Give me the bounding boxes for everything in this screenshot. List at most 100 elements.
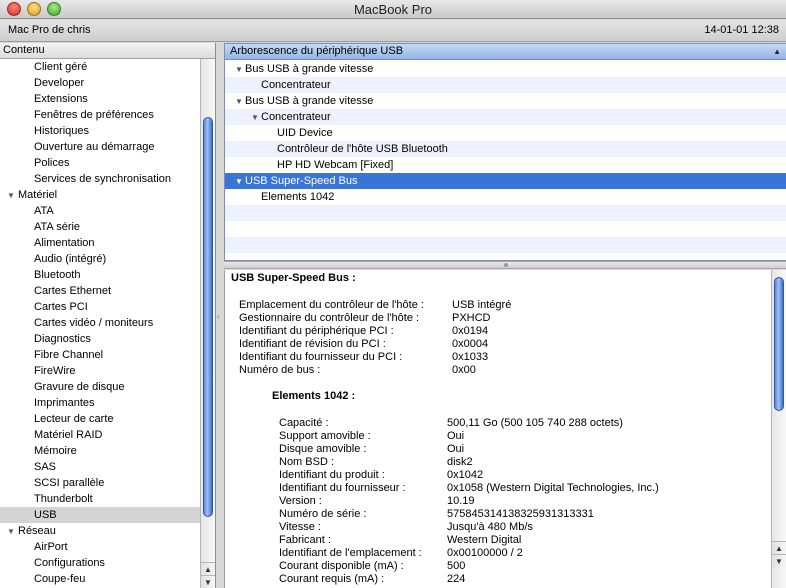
property-value: disk2 (447, 456, 473, 468)
property-key: Emplacement du contrôleur de l'hôte : (239, 299, 424, 311)
computer-name: Mac Pro de chris (8, 24, 91, 36)
sidebar-item[interactable]: Historiques (0, 123, 200, 139)
property-value: 224 (447, 573, 466, 585)
sidebar-item[interactable]: FireWire (0, 363, 200, 379)
sidebar-item[interactable]: Services de synchronisation (0, 171, 200, 187)
property-key: Version : (279, 495, 322, 507)
sidebar-item[interactable]: Cartes vidéo / moniteurs (0, 315, 200, 331)
sidebar-item[interactable]: Alimentation (0, 235, 200, 251)
tree-row[interactable]: ▼ Bus USB à grande vitesse (225, 61, 786, 77)
sidebar-item[interactable]: Fibre Channel (0, 347, 200, 363)
sidebar-item-label: Thunderbolt (34, 493, 93, 505)
sidebar-item[interactable]: Developer (0, 75, 200, 91)
tree-rows: ▼ Bus USB à grande vitesse Concentrateur ▼ B… (225, 61, 786, 269)
disclosure-triangle-icon[interactable]: ▼ (235, 174, 245, 190)
tree-row-label: HP HD Webcam [Fixed] (277, 159, 394, 171)
sidebar-item[interactable]: Lecteur de carte (0, 411, 200, 427)
sidebar-item-label: Gravure de disque (34, 381, 125, 393)
tree-row[interactable]: Elements 1042 (225, 189, 786, 205)
property-key: Courant requis (mA) : (279, 573, 385, 585)
detail-scrollbar[interactable]: ▲ ▼ (771, 270, 786, 588)
sidebar-item-label: Ouverture au démarrage (34, 141, 155, 153)
tree-row[interactable]: ▼ Concentrateur (225, 109, 786, 125)
sidebar-item-label: Mémoire (34, 445, 77, 457)
splitter-grip-icon[interactable]: ‹ (217, 312, 222, 321)
tree-row[interactable]: UID Device (225, 125, 786, 141)
scroll-down-icon[interactable]: ▼ (201, 575, 215, 588)
sidebar-item[interactable]: Cartes PCI (0, 299, 200, 315)
tree-row-label: Elements 1042 (261, 191, 335, 203)
sidebar-item-label: ATA série (34, 221, 81, 233)
sidebar-item[interactable]: Mémoire (0, 443, 200, 459)
tree-row-label: Concentrateur (261, 79, 331, 91)
sidebar-item[interactable]: Cartes Ethernet (0, 283, 200, 299)
sidebar-item[interactable]: USB (0, 507, 200, 523)
sidebar-item[interactable]: Coupe-feu (0, 571, 200, 587)
sidebar-item-label: Extensions (34, 93, 88, 105)
sidebar-group[interactable]: ▼ Réseau (0, 523, 200, 539)
sidebar-item-label: Réseau (18, 525, 56, 537)
sidebar-item-label: Lecteur de carte (34, 413, 114, 425)
sidebar-item[interactable]: Configurations (0, 555, 200, 571)
property-value: USB intégré (452, 299, 512, 311)
sidebar-item[interactable]: Gravure de disque (0, 379, 200, 395)
sidebar-scroll-thumb[interactable] (203, 117, 213, 517)
sidebar-item-label: Cartes PCI (34, 301, 88, 313)
sidebar-item[interactable]: SAS (0, 459, 200, 475)
property-value: PXHCD (452, 312, 491, 324)
sidebar-item-label: Diagnostics (34, 333, 91, 345)
tree-row-label: UID Device (277, 127, 333, 139)
tree-row[interactable]: Concentrateur (225, 77, 786, 93)
tree-header[interactable]: Arborescence du périphérique USB ▲ (225, 44, 786, 60)
sidebar-item[interactable]: Polices (0, 155, 200, 171)
disclosure-triangle-icon[interactable]: ▼ (235, 62, 245, 78)
sidebar-scrollbar[interactable]: ▲ ▼ (200, 59, 215, 588)
sidebar-item[interactable]: ATA série (0, 219, 200, 235)
sidebar-item-label: Configurations (34, 557, 105, 569)
sidebar-item[interactable]: SCSI parallèle (0, 475, 200, 491)
tree-row[interactable]: ▼ Bus USB à grande vitesse (225, 93, 786, 109)
sidebar-item[interactable]: Extensions (0, 91, 200, 107)
detail-title: USB Super-Speed Bus : (231, 272, 356, 284)
window-titlebar: MacBook Pro (0, 0, 786, 19)
detail-scroll-thumb[interactable] (774, 277, 784, 411)
scroll-down-icon[interactable]: ▼ (772, 554, 786, 567)
disclosure-triangle-icon[interactable]: ▼ (7, 524, 18, 540)
sidebar-item[interactable]: Fenêtres de préférences (0, 107, 200, 123)
tree-row[interactable]: ▼ USB Super-Speed Bus (225, 173, 786, 189)
tree-row[interactable]: HP HD Webcam [Fixed] (225, 157, 786, 173)
sort-ascending-icon[interactable]: ▲ (773, 44, 781, 59)
sidebar-item[interactable]: Ouverture au démarrage (0, 139, 200, 155)
info-bar: Mac Pro de chris 14-01-01 12:38 (0, 20, 786, 42)
scroll-up-icon[interactable]: ▲ (772, 541, 786, 554)
sidebar-item-label: Matériel RAID (34, 429, 103, 441)
sidebar-item-label: ATA (34, 205, 54, 217)
panel-splitter[interactable] (224, 261, 786, 269)
property-key: Numéro de série : (279, 508, 367, 520)
sidebar-item-label: SCSI parallèle (34, 477, 105, 489)
sidebar-item[interactable]: AirPort (0, 539, 200, 555)
sidebar-item[interactable]: Thunderbolt (0, 491, 200, 507)
sidebar-item[interactable]: Diagnostics (0, 331, 200, 347)
sidebar-item[interactable]: Imprimantes (0, 395, 200, 411)
sidebar-item[interactable]: Audio (intégré) (0, 251, 200, 267)
report-datetime: 14-01-01 12:38 (704, 24, 779, 36)
sidebar-item[interactable]: Matériel RAID (0, 427, 200, 443)
sidebar-item-label: SAS (34, 461, 57, 473)
disclosure-triangle-icon[interactable]: ▼ (7, 188, 18, 204)
usb-device-tree: Arborescence du périphérique USB ▲ ▼ Bus … (224, 43, 786, 261)
property-key: Identifiant de l'emplacement : (279, 547, 422, 559)
scroll-up-icon[interactable]: ▲ (201, 562, 215, 575)
sidebar-item[interactable]: ATA (0, 203, 200, 219)
sidebar-item[interactable]: Client géré (0, 59, 200, 75)
disclosure-triangle-icon[interactable]: ▼ (235, 94, 245, 110)
tree-row-label: Bus USB à grande vitesse (245, 63, 374, 75)
sidebar-item-label: Historiques (34, 125, 90, 137)
disclosure-triangle-icon[interactable]: ▼ (251, 110, 261, 126)
property-value: Oui (447, 443, 465, 455)
sidebar-item[interactable]: Bluetooth (0, 267, 200, 283)
sidebar-item-label: USB (34, 509, 57, 521)
tree-row[interactable]: Contrôleur de l'hôte USB Bluetooth (225, 141, 786, 157)
sidebar-group[interactable]: ▼ Matériel (0, 187, 200, 203)
sidebar-header[interactable]: Contenu (0, 43, 215, 59)
